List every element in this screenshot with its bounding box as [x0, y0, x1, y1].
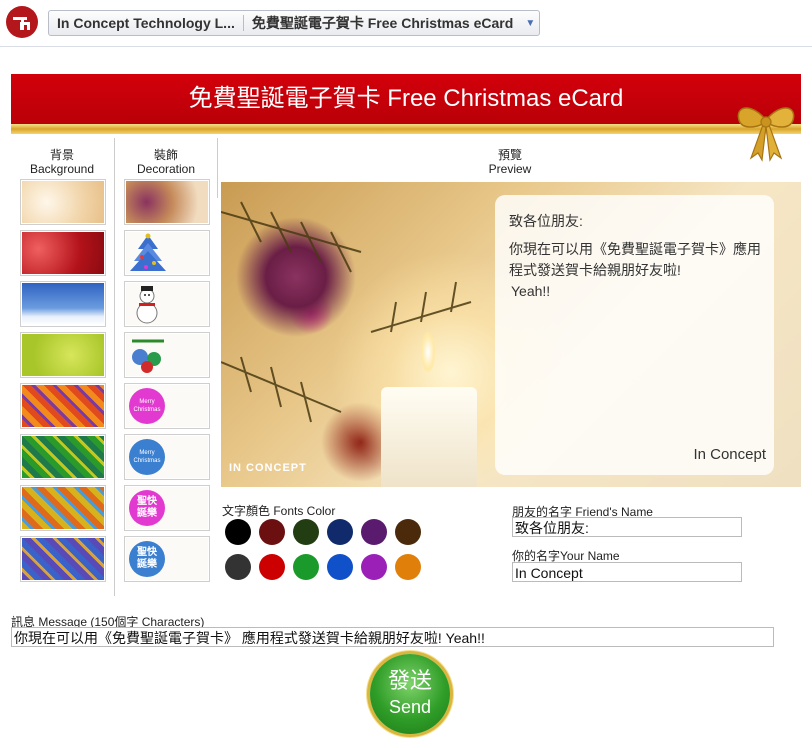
- decoration-photo: [126, 181, 208, 223]
- candle-flame: [421, 332, 435, 372]
- color-swatch-brown[interactable]: [395, 519, 421, 545]
- decoration-thumb-merry-christmas-blue[interactable]: Merry Christmas: [124, 434, 210, 480]
- decoration-thumb-christmas-tree[interactable]: [124, 230, 210, 276]
- card-body-yeah: Yeah!!: [511, 283, 551, 299]
- background-swatch: [22, 283, 104, 325]
- banner-title: 免費聖誕電子賀卡 Free Christmas eCard: [188, 85, 624, 112]
- background-column-header: 背景 Background: [22, 148, 102, 176]
- decoration-column-header: 裝飾 Decoration: [126, 148, 206, 176]
- color-swatch-dark-red[interactable]: [259, 519, 285, 545]
- card-greeting: 致各位朋友:: [509, 213, 583, 229]
- background-swatch: [22, 181, 104, 223]
- background-swatch: [22, 334, 104, 376]
- decoration-canvas: [126, 232, 208, 274]
- color-swatch-green[interactable]: [293, 554, 319, 580]
- snowman-icon: [136, 286, 158, 324]
- decoration-canvas: [126, 334, 208, 376]
- background-thumb-blue-snow[interactable]: [20, 281, 106, 327]
- friend-name-input[interactable]: 致各位朋友:: [512, 517, 742, 537]
- candle: [381, 387, 477, 487]
- top-bar: In Concept Technology L... 免費聖誕電子賀卡 Free…: [0, 0, 812, 47]
- card-body-text: 你現在可以用《免費聖誕電子賀卡》應用程式發送賀卡給親朋好友啦!: [509, 241, 761, 278]
- color-swatch-purple[interactable]: [361, 554, 387, 580]
- ribbon-bow-icon: [737, 107, 795, 162]
- message-input[interactable]: 你現在可以用《免費聖誕電子賀卡》 應用程式發送賀卡給親朋好友啦! Yeah!!: [11, 627, 774, 647]
- decoration-canvas: 聖快 誕樂: [126, 538, 208, 580]
- christmas-tree-icon: [130, 233, 166, 271]
- column-divider: [114, 138, 115, 596]
- preview-column-header: 預覽 Preview: [470, 148, 550, 176]
- card-body: 你現在可以用《免費聖誕電子賀卡》應用程式發送賀卡給親朋好友啦! Yeah!!: [509, 239, 764, 302]
- background-swatch: [22, 385, 104, 427]
- card-message-box: 致各位朋友: 你現在可以用《免費聖誕電子賀卡》應用程式發送賀卡給親朋好友啦! Y…: [495, 195, 774, 475]
- preview-header-zh: 預覽: [497, 148, 522, 162]
- decoration-canvas: Merry Christmas: [126, 385, 208, 427]
- background-swatch: [22, 487, 104, 529]
- background-swatch: [22, 436, 104, 478]
- breadcrumb-app-name[interactable]: In Concept Technology L...: [49, 15, 244, 31]
- color-swatch-red[interactable]: [259, 554, 285, 580]
- background-thumb-red-sparkle[interactable]: [20, 230, 106, 276]
- send-button-label-zh: 發送: [387, 668, 432, 693]
- color-swatch-dark-gray[interactable]: [225, 554, 251, 580]
- decoration-header-en: Decoration: [136, 162, 196, 176]
- decoration-thumb-sheng-dan-pink[interactable]: 聖快 誕樂: [124, 485, 210, 531]
- card-preview: IN CONCEPT 致各位朋友: 你現在可以用《免費聖誕電子賀卡》應用程式發送…: [221, 182, 801, 487]
- color-swatch-dark-green[interactable]: [293, 519, 319, 545]
- decoration-thumb-bokeh-photo[interactable]: [124, 179, 210, 225]
- merry-christmas-badge: Merry Christmas: [129, 439, 165, 475]
- preview-logo: IN CONCEPT: [229, 462, 307, 474]
- chevron-down-icon[interactable]: ▼: [521, 18, 539, 29]
- preview-header-en: Preview: [488, 162, 532, 176]
- color-swatch-blue[interactable]: [327, 554, 353, 580]
- banner: 免費聖誕電子賀卡 Free Christmas eCard: [11, 74, 801, 124]
- background-header-en: Background: [29, 162, 95, 176]
- color-swatch-navy[interactable]: [327, 519, 353, 545]
- sheng-dan-badge: 聖快 誕樂: [129, 541, 165, 577]
- send-button-label-en: Send: [388, 697, 432, 717]
- decoration-thumb-merry-christmas-pink[interactable]: Merry Christmas: [124, 383, 210, 429]
- merry-christmas-badge: Merry Christmas: [129, 388, 165, 424]
- ornaments-icon: [132, 339, 164, 373]
- banner-gold-stripe: [11, 124, 801, 134]
- background-thumb-orange-pattern[interactable]: [20, 383, 106, 429]
- background-thumb-golden-bokeh[interactable]: [20, 179, 106, 225]
- color-swatch-orange[interactable]: [395, 554, 421, 580]
- card-signature: In Concept: [693, 446, 766, 463]
- decoration-header-zh: 裝飾: [153, 148, 178, 162]
- column-divider: [217, 138, 218, 198]
- background-thumb-green-pattern[interactable]: [20, 434, 106, 480]
- background-thumb-yellow-pattern[interactable]: [20, 485, 106, 531]
- background-swatch: [22, 538, 104, 580]
- color-swatch-black[interactable]: [225, 519, 251, 545]
- decoration-canvas: [126, 283, 208, 325]
- decoration-thumb-snowman[interactable]: [124, 281, 210, 327]
- decoration-thumb-ornaments[interactable]: [124, 332, 210, 378]
- color-swatch-dark-purple[interactable]: [361, 519, 387, 545]
- background-thumb-lime-green[interactable]: [20, 332, 106, 378]
- decoration-thumb-sheng-dan-blue[interactable]: 聖快 誕樂: [124, 536, 210, 582]
- breadcrumb-page-title[interactable]: 免費聖誕電子賀卡 Free Christmas eCard: [244, 13, 521, 33]
- app-logo[interactable]: [6, 6, 38, 38]
- decoration-canvas: 聖快 誕樂: [126, 487, 208, 529]
- background-swatch: [22, 232, 104, 274]
- send-button[interactable]: 發送 Send: [370, 654, 450, 734]
- your-name-input[interactable]: In Concept: [512, 562, 742, 582]
- background-thumb-purple-pattern[interactable]: [20, 536, 106, 582]
- sheng-dan-badge: 聖快 誕樂: [129, 490, 165, 526]
- fonts-color-label: 文字顏色 Fonts Color: [222, 504, 336, 518]
- breadcrumb[interactable]: In Concept Technology L... 免費聖誕電子賀卡 Free…: [48, 10, 541, 36]
- background-header-zh: 背景: [49, 148, 74, 162]
- decoration-canvas: Merry Christmas: [126, 436, 208, 478]
